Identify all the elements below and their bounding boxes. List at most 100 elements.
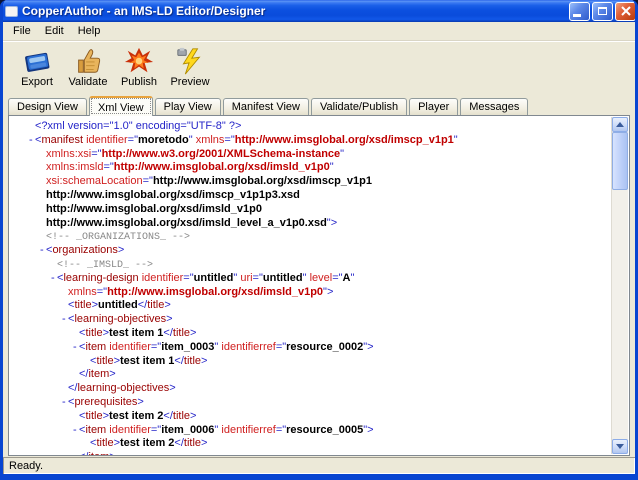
xml-line: <!-- _IMSLD_ --> xyxy=(9,258,611,272)
xml-token-p: " xyxy=(329,161,334,174)
tab-manifest-view[interactable]: Manifest View xyxy=(222,98,309,115)
xml-token-e: learning-objectives xyxy=(77,382,170,395)
xml-token-p: </ xyxy=(163,326,173,339)
toolbar-button-label: Export xyxy=(21,76,53,88)
tab-xml-view[interactable]: Xml View xyxy=(88,96,153,116)
xml-token-a: identifier xyxy=(138,271,184,284)
xml-token-t: test item 2 xyxy=(120,437,175,450)
xml-token-p: =" xyxy=(91,147,102,160)
minimize-button[interactable] xyxy=(569,1,590,21)
xml-token-e: title xyxy=(96,437,114,450)
xml-token-p: > xyxy=(166,313,173,326)
xml-token-p: =" xyxy=(275,423,287,436)
xml-token-m: <!-- _IMSLD_ --> xyxy=(57,259,154,271)
menu-file[interactable]: File xyxy=(6,23,38,39)
validate-button[interactable]: Validate xyxy=(64,45,112,92)
tab-messages[interactable]: Messages xyxy=(460,98,529,115)
xml-line: - <item identifier="item_0003" identifier… xyxy=(9,341,611,355)
xml-token-x: <?xml version="1.0" encoding="UTF-8" ?> xyxy=(35,120,242,132)
xml-token-e: item xyxy=(88,451,109,455)
xml-token-a: identifier xyxy=(83,133,128,146)
xml-token-p: </ xyxy=(163,409,173,422)
status-bar: Ready. xyxy=(3,457,635,474)
xml-line: </learning-objectives> xyxy=(9,382,611,396)
publish-burst-icon xyxy=(124,47,154,73)
xml-token-e: prerequisites xyxy=(74,395,138,408)
xml-token-p: > xyxy=(169,382,176,395)
xml-line: - <learning-objectives> xyxy=(9,313,611,327)
xml-token-v: http://www.imsglobal.org/xsd/imscp_v1p1p… xyxy=(46,188,300,201)
xml-view[interactable]: <?xml version="1.0" encoding="UTF-8" ?> -… xyxy=(9,116,611,455)
scroll-up-button[interactable] xyxy=(612,117,628,132)
window-title: CopperAuthor - an IMS-LD Editor/Designer xyxy=(22,4,266,18)
xml-token-e: title xyxy=(172,326,191,339)
xml-token-p: =" xyxy=(150,423,162,436)
toolbar-button-label: Preview xyxy=(170,76,210,88)
xml-line: - <item identifier="item_0006" identifier… xyxy=(9,424,611,438)
title-bar[interactable]: CopperAuthor - an IMS-LD Editor/Designer xyxy=(3,0,635,22)
xml-token-e: learning-design xyxy=(63,271,139,284)
xml-line: <!-- _ORGANIZATIONS_ --> xyxy=(9,230,611,244)
xml-token-a: identifierref xyxy=(218,423,276,436)
xml-token-a: xmlns xyxy=(68,285,97,298)
xml-token-v: http://www.imsglobal.org/xsd/imsld_level… xyxy=(46,216,327,229)
xml-token-p: "> xyxy=(363,423,374,436)
xml-line: xsi:schemaLocation="http://www.imsglobal… xyxy=(9,175,611,189)
xml-token-t: test item 1 xyxy=(120,354,175,367)
xml-line: http://www.imsglobal.org/xsd/imsld_v1p0 xyxy=(9,203,611,217)
xml-token-u: http://www.imsglobal.org/xsd/imsld_v1p0 xyxy=(107,285,324,298)
xml-line: - <manifest identifier="moretodo" xmlns="… xyxy=(9,134,611,148)
xml-line: xmlns:xsi="http://www.w3.org/2001/XMLSch… xyxy=(9,148,611,162)
xml-line: <title>test item 1</title> xyxy=(9,327,611,341)
xml-token-a: identifier xyxy=(106,423,151,436)
close-button[interactable] xyxy=(615,1,635,21)
xml-token-v: A xyxy=(342,271,351,284)
preview-button[interactable]: Preview xyxy=(166,45,214,92)
xml-token-p: </ xyxy=(174,437,184,450)
xml-token-p: =" xyxy=(183,271,194,284)
xml-token-a: uri xyxy=(237,271,253,284)
xml-token-p: </ xyxy=(137,299,148,312)
scrollbar-thumb[interactable] xyxy=(612,132,628,190)
xml-token-t: untitled xyxy=(98,299,138,312)
xml-line: <?xml version="1.0" encoding="UTF-8" ?> xyxy=(9,120,611,134)
xml-token-p: =" xyxy=(332,271,343,284)
tab-play-view[interactable]: Play View xyxy=(154,98,221,115)
publish-button[interactable]: Publish xyxy=(115,45,163,92)
xml-token-v: http://www.imsglobal.org/xsd/imscp_v1p1 xyxy=(152,175,372,188)
menu-edit[interactable]: Edit xyxy=(38,23,71,39)
maximize-button[interactable] xyxy=(592,1,613,21)
xml-token-u: http://www.imsglobal.org/xsd/imsld_v1p0 xyxy=(113,161,330,174)
xml-token-e: organizations xyxy=(52,244,118,257)
xml-token-p: =" xyxy=(96,285,108,298)
close-icon xyxy=(620,6,631,16)
tab-validate-publish[interactable]: Validate/Publish xyxy=(311,98,408,115)
xml-line: - <prerequisites> xyxy=(9,396,611,410)
xml-token-e: learning-objectives xyxy=(74,313,167,326)
tab-design-view[interactable]: Design View xyxy=(8,98,87,115)
xml-token-e: title xyxy=(183,437,202,450)
xml-token-v: untitled xyxy=(193,271,234,284)
vertical-scrollbar[interactable] xyxy=(611,117,628,454)
xml-token-p: > xyxy=(201,437,208,450)
minimize-icon xyxy=(573,14,581,17)
xml-token-p: > xyxy=(109,368,116,381)
scroll-down-button[interactable] xyxy=(612,439,628,454)
xml-token-p: " xyxy=(350,271,355,284)
xml-token-p: " xyxy=(340,147,345,160)
xml-token-p: > xyxy=(109,451,115,455)
preview-lightning-icon xyxy=(177,47,201,75)
export-button[interactable]: Export xyxy=(13,45,61,92)
menu-bar: File Edit Help xyxy=(3,22,635,41)
xml-token-p: =" xyxy=(142,175,153,188)
xml-token-v: moretodo xyxy=(138,133,189,146)
xml-token-a: level xyxy=(306,271,333,284)
xml-line: xmlns:imsld="http://www.imsglobal.org/xs… xyxy=(9,161,611,175)
status-text: Ready. xyxy=(9,459,44,472)
xml-token-p: </ xyxy=(174,354,184,367)
xml-line: - <organizations> xyxy=(9,244,611,258)
toolbar: Export Validate Publish Preview xyxy=(3,41,635,94)
tab-player[interactable]: Player xyxy=(409,98,459,115)
menu-help[interactable]: Help xyxy=(71,23,108,39)
xml-token-e: item xyxy=(85,423,107,436)
